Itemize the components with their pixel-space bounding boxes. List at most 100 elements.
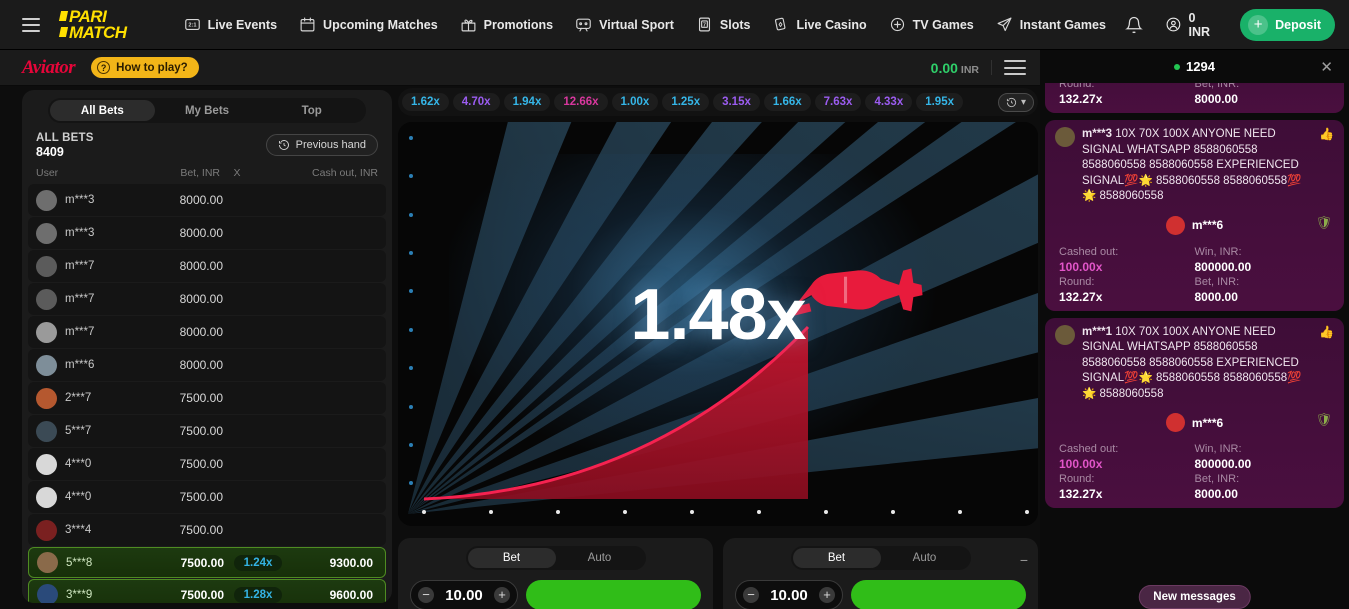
table-row[interactable]: 5***87500.001.24x9300.00 — [28, 547, 386, 578]
table-row[interactable]: 5***77500.00 — [28, 415, 386, 447]
history-multiplier[interactable]: 1.62x — [402, 93, 449, 111]
cashed-out-label: Cashed out: — [1059, 246, 1195, 258]
increase-bet-icon[interactable]: + — [819, 587, 835, 603]
bet-amount: 7500.00 — [151, 490, 223, 504]
previous-hand-label: Previous hand — [296, 139, 366, 151]
place-bet-button[interactable] — [851, 580, 1026, 609]
nav-item-live-events[interactable]: 2:1Live Events — [173, 0, 288, 50]
bet-panel-tab-auto[interactable]: Auto — [556, 548, 644, 568]
close-icon[interactable]: ✕ — [1320, 58, 1333, 76]
table-row[interactable]: m***78000.00 — [28, 316, 386, 348]
message-user: m***3 — [1082, 128, 1112, 140]
nav-item-live-casino[interactable]: Live Casino — [761, 0, 877, 50]
history-multiplier[interactable]: 1.95x — [916, 93, 963, 111]
bet-panel-tab-auto[interactable]: Auto — [881, 548, 969, 568]
table-row[interactable]: 2***77500.00 — [28, 382, 386, 414]
table-row[interactable]: m***38000.00 — [28, 184, 386, 216]
table-row[interactable]: m***38000.00 — [28, 217, 386, 249]
nav-item-virtual-sport[interactable]: Virtual Sport — [564, 0, 685, 50]
paper-plane-icon — [996, 16, 1013, 33]
win-value: 800000.00 — [1195, 457, 1331, 471]
thumbs-up-icon[interactable]: 👍 — [1319, 127, 1334, 205]
how-to-play-button[interactable]: ? How to play? — [91, 57, 199, 78]
message-text: m***1 10X 70X 100X ANYONE NEED SIGNAL WH… — [1082, 325, 1312, 403]
history-multiplier[interactable]: 1.66x — [764, 93, 811, 111]
previous-hand-button[interactable]: Previous hand — [266, 134, 378, 156]
bet-value: 8000.00 — [1195, 487, 1331, 501]
history-toggle-button[interactable]: ▾ — [998, 93, 1034, 112]
bet-user: m***7 — [65, 326, 151, 338]
cashed-out-label: Cashed out: — [1059, 443, 1195, 455]
place-bet-button[interactable] — [526, 580, 701, 609]
history-multiplier[interactable]: 12.66x — [554, 93, 607, 111]
increase-bet-icon[interactable]: + — [494, 587, 510, 603]
new-messages-button[interactable]: New messages — [1138, 585, 1250, 609]
decrease-bet-icon[interactable]: − — [418, 587, 434, 603]
deposit-button[interactable]: + Deposit — [1240, 9, 1335, 41]
aviator-game-page: PARI MATCH 2:1Live EventsUpcoming Matche… — [0, 0, 1349, 609]
table-row[interactable]: 4***07500.00 — [28, 481, 386, 513]
chat-message[interactable]: m***3 10X 70X 100X ANYONE NEED SIGNAL WH… — [1045, 120, 1344, 311]
nav-item-upcoming-matches[interactable]: Upcoming Matches — [288, 0, 449, 50]
history-multiplier[interactable]: 1.94x — [504, 93, 551, 111]
table-row[interactable]: m***78000.00 — [28, 250, 386, 282]
bet-panel-tab-bet[interactable]: Bet — [468, 548, 556, 568]
verified-shield-icon: 🛡 — [1315, 412, 1332, 428]
bet-amount-stepper[interactable]: −10.00+ — [410, 580, 518, 609]
round-value: 132.27x — [1059, 487, 1195, 501]
hamburger-menu-icon[interactable] — [22, 18, 40, 32]
account-balance-button[interactable]: 0 INR — [1155, 8, 1231, 42]
nav-right-cluster: 0 INR + Deposit — [1117, 8, 1335, 42]
plus-icon: + — [1248, 15, 1268, 35]
table-row[interactable]: m***78000.00 — [28, 283, 386, 315]
nav-item-tv-games[interactable]: TV Games — [878, 0, 985, 50]
bets-list[interactable]: m***38000.00m***38000.00m***78000.00m***… — [22, 184, 392, 603]
nav-item-promotions[interactable]: Promotions — [449, 0, 564, 50]
bet-panel-tab-bet[interactable]: Bet — [793, 548, 881, 568]
game-menu-icon[interactable] — [991, 60, 1026, 75]
all-bets-panel: All BetsMy BetsTop ALL BETS 8409 Previou… — [22, 90, 392, 603]
table-row[interactable]: m***68000.00 — [28, 349, 386, 381]
thumbs-up-icon[interactable]: 👍 — [1319, 325, 1334, 403]
bet-panels: BetAuto−10.00+BetAuto−−10.00+ — [398, 538, 1038, 609]
parimatch-logo[interactable]: PARI MATCH — [60, 9, 127, 40]
notifications-bell-icon[interactable] — [1117, 8, 1151, 42]
collapse-panel-icon[interactable]: − — [1020, 552, 1028, 568]
table-row[interactable]: 4***07500.00 — [28, 448, 386, 480]
bet-value: 8000.00 — [1195, 92, 1331, 106]
history-multiplier[interactable]: 4.33x — [865, 93, 912, 111]
bet-user: 3***4 — [65, 524, 151, 536]
message-user: m***1 — [1082, 326, 1112, 338]
table-row[interactable]: 3***47500.00 — [28, 514, 386, 546]
table-row[interactable]: 3***97500.001.28x9600.00 — [28, 579, 386, 603]
history-multiplier[interactable]: 1.25x — [662, 93, 709, 111]
avatar — [36, 421, 57, 442]
nav-item-instant-games[interactable]: Instant Games — [985, 0, 1117, 50]
col-cashout: Cash out, INR — [254, 167, 378, 179]
bet-amount-value: 10.00 — [770, 587, 808, 604]
how-to-play-label: How to play? — [116, 62, 188, 74]
history-multiplier[interactable]: 3.15x — [713, 93, 760, 111]
win-card-header: m***6🛡 — [1055, 211, 1334, 240]
chat-messages[interactable]: 100.00x800000.00Round:Bet, INR:132.27x80… — [1040, 83, 1349, 609]
col-bet: Bet, INR — [154, 167, 220, 179]
gamepad-icon — [575, 16, 592, 33]
chat-message[interactable]: m***1 10X 70X 100X ANYONE NEED SIGNAL WH… — [1045, 318, 1344, 509]
history-multiplier[interactable]: 1.00x — [612, 93, 659, 111]
nav-item-label: Virtual Sport — [599, 18, 674, 32]
bets-tab-all-bets[interactable]: All Bets — [50, 100, 155, 121]
round-label: Round: — [1059, 276, 1195, 288]
round-value: 132.27x — [1059, 92, 1195, 106]
bet-multiplier — [233, 363, 281, 367]
decrease-bet-icon[interactable]: − — [743, 587, 759, 603]
chat-win-card-partial: 100.00x800000.00Round:Bet, INR:132.27x80… — [1045, 83, 1344, 113]
avatar — [36, 454, 57, 475]
history-multiplier[interactable]: 7.63x — [815, 93, 862, 111]
history-multiplier[interactable]: 4.70x — [453, 93, 500, 111]
bets-tab-my-bets[interactable]: My Bets — [155, 100, 260, 121]
nav-item-slots[interactable]: 7Slots — [685, 0, 762, 50]
bet-user: 3***9 — [66, 589, 152, 601]
bet-panel-2: BetAuto−−10.00+ — [723, 538, 1038, 609]
bets-tab-top[interactable]: Top — [259, 100, 364, 121]
bet-amount-stepper[interactable]: −10.00 + — [735, 580, 843, 609]
